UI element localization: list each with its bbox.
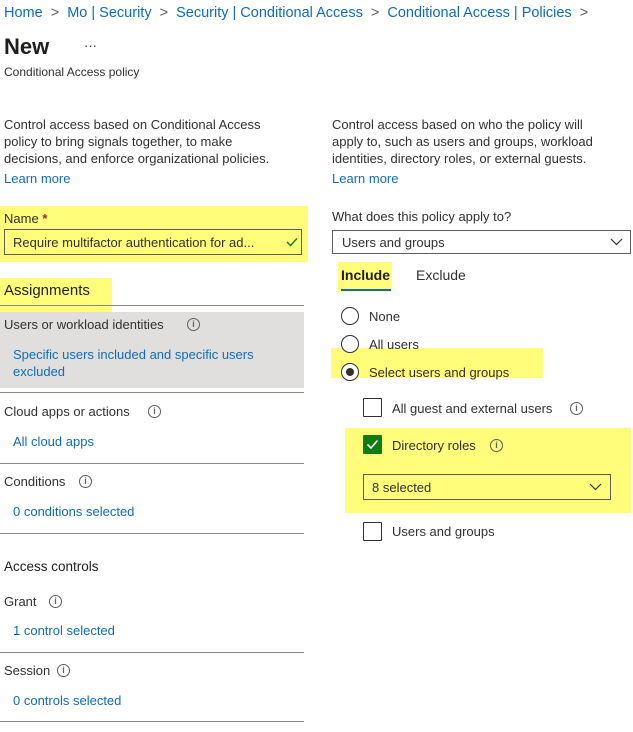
breadcrumb-conditional-access[interactable]: Security | Conditional Access — [176, 5, 363, 21]
info-icon[interactable]: i — [57, 664, 70, 677]
divider — [0, 392, 304, 393]
name-label: Name * — [4, 211, 48, 226]
grant-label: Grant — [4, 594, 37, 609]
apply-to-dropdown[interactable]: Users and groups — [332, 230, 631, 254]
page-subtitle: Conditional Access policy — [4, 65, 140, 79]
radio-all-users[interactable] — [341, 335, 359, 353]
page-title: New — [4, 34, 50, 59]
breadcrumb-separator: > — [50, 5, 60, 21]
radio-select-users-groups[interactable] — [341, 363, 359, 381]
assignments-heading: Assignments — [4, 282, 90, 299]
breadcrumb-separator: > — [159, 5, 169, 21]
info-icon[interactable]: i — [570, 402, 583, 415]
conditions-value-link[interactable]: 0 conditions selected — [13, 503, 134, 520]
access-controls-heading: Access controls — [4, 559, 99, 574]
breadcrumb-separator: > — [370, 5, 380, 21]
required-mark: * — [42, 211, 48, 226]
divider — [0, 533, 304, 534]
radio-none-label: None — [369, 309, 401, 324]
conditions-label: Conditions — [4, 474, 66, 489]
grant-value-link[interactable]: 1 control selected — [13, 622, 115, 639]
divider — [0, 463, 304, 464]
session-label: Session — [4, 663, 51, 678]
cloud-apps-value-link[interactable]: All cloud apps — [13, 433, 94, 450]
radio-select-users-groups-label: Select users and groups — [369, 365, 510, 380]
checkbox-users-groups[interactable] — [363, 522, 382, 541]
right-intro: Control access based on who the policy w… — [332, 117, 593, 166]
checkbox-users-groups-label: Users and groups — [392, 524, 495, 539]
info-icon[interactable]: i — [49, 595, 62, 608]
cloud-apps-label: Cloud apps or actions — [4, 404, 130, 419]
apply-to-label: What does this policy apply to? — [332, 209, 512, 224]
tab-include-underline — [341, 289, 391, 291]
breadcrumb-policies[interactable]: Conditional Access | Policies — [387, 5, 571, 21]
divider — [0, 305, 304, 306]
checkbox-directory-roles[interactable] — [363, 435, 382, 454]
info-icon[interactable]: i — [148, 405, 161, 418]
tab-include[interactable]: Include — [341, 266, 390, 284]
breadcrumb-home[interactable]: Home — [4, 5, 43, 21]
left-learn-more-link[interactable]: Learn more — [4, 170, 70, 187]
session-value-link[interactable]: 0 controls selected — [13, 692, 121, 709]
name-input-value: Require multifactor authentication for a… — [13, 235, 255, 250]
more-options-icon[interactable]: ··· — [84, 38, 97, 53]
users-value-link[interactable]: Specific users included and specific use… — [13, 346, 298, 380]
directory-roles-value: 8 selected — [372, 480, 432, 495]
directory-roles-dropdown[interactable]: 8 selected — [363, 474, 611, 500]
radio-all-users-label: All users — [369, 337, 419, 352]
radio-none[interactable] — [341, 307, 359, 325]
breadcrumb: Home > Mo | Security > Security | Condit… — [4, 4, 588, 24]
breadcrumb-security[interactable]: Mo | Security — [67, 5, 151, 21]
users-label: Users or workload identities — [4, 317, 164, 332]
chevron-down-icon — [610, 238, 623, 246]
checkmark-icon — [366, 439, 379, 450]
right-learn-more-link[interactable]: Learn more — [332, 170, 398, 187]
apply-to-value: Users and groups — [342, 235, 445, 250]
info-icon[interactable]: i — [187, 318, 200, 331]
tab-exclude[interactable]: Exclude — [416, 266, 466, 284]
left-intro: Control access based on Conditional Acce… — [4, 117, 270, 166]
highlight-directory-roles — [345, 428, 631, 513]
divider — [0, 652, 304, 653]
breadcrumb-separator: > — [579, 5, 589, 21]
checkbox-guest-external-users-label: All guest and external users — [392, 401, 553, 416]
checkbox-directory-roles-label: Directory roles — [392, 438, 476, 453]
info-icon[interactable]: i — [490, 439, 503, 452]
checkmark-icon — [286, 237, 298, 247]
name-input[interactable]: Require multifactor authentication for a… — [4, 229, 302, 255]
divider — [0, 721, 304, 722]
chevron-down-icon — [589, 483, 602, 491]
info-icon[interactable]: i — [79, 475, 92, 488]
checkbox-guest-external-users[interactable] — [363, 398, 382, 417]
